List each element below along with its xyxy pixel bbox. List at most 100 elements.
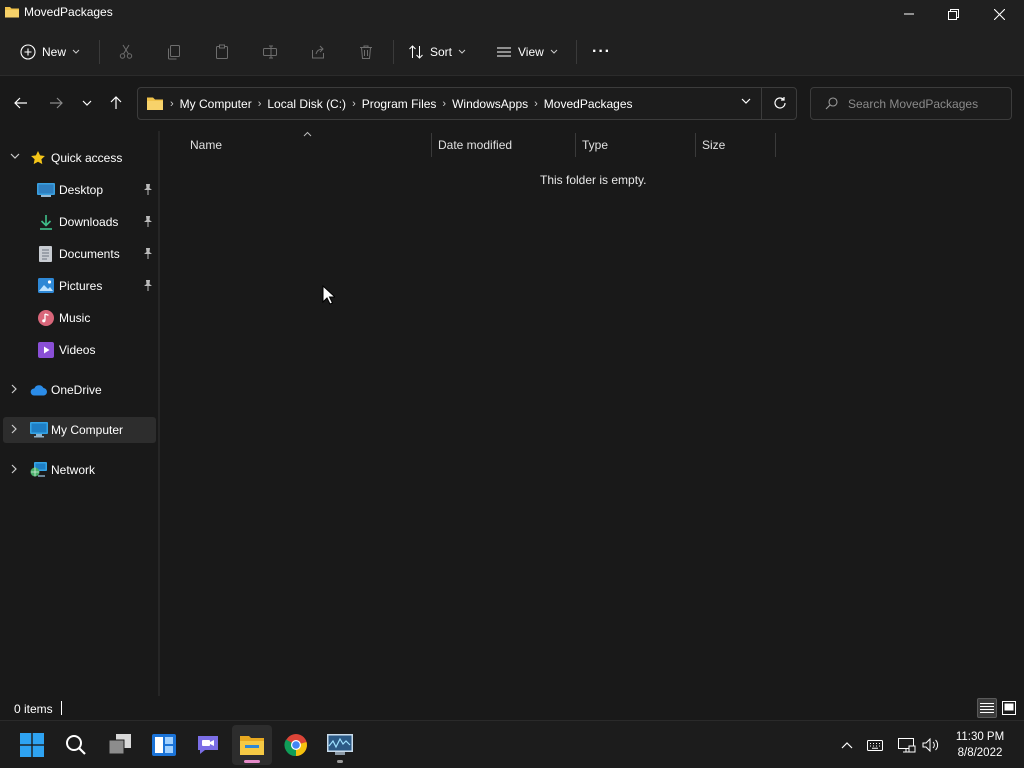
- network-tray-button[interactable]: [897, 735, 917, 755]
- pin-icon: [143, 184, 153, 195]
- star-icon: [30, 150, 46, 166]
- breadcrumb-local-disk[interactable]: Local Disk (C:): [267, 97, 346, 111]
- large-icons-view-button[interactable]: [999, 698, 1019, 718]
- column-divider[interactable]: [695, 133, 696, 157]
- search-input[interactable]: [848, 96, 1008, 111]
- sidebar-item-label: Videos: [59, 343, 96, 357]
- chrome-taskbar-button[interactable]: [276, 725, 316, 765]
- share-button[interactable]: [310, 37, 326, 67]
- back-button[interactable]: [9, 91, 33, 115]
- more-options-button[interactable]: ···: [592, 37, 611, 67]
- new-button[interactable]: New: [20, 37, 80, 67]
- widgets-button[interactable]: [144, 725, 184, 765]
- forward-button[interactable]: [44, 91, 68, 115]
- taskbar: 11:30 PM 8/8/2022: [0, 720, 1024, 768]
- navigation-pane: Quick access Desktop Downloads Documents…: [0, 131, 158, 696]
- breadcrumb-separator[interactable]: ›: [258, 98, 262, 110]
- sidebar-item-label: My Computer: [51, 423, 124, 437]
- breadcrumb-movedpackages[interactable]: MovedPackages: [544, 97, 633, 111]
- breadcrumb-my-computer[interactable]: My Computer: [180, 97, 252, 111]
- chevron-down-icon[interactable]: [10, 152, 20, 160]
- sidebar-item-label: Music: [59, 311, 91, 325]
- breadcrumb-separator[interactable]: ›: [534, 98, 538, 110]
- arrow-left-icon: [14, 97, 28, 109]
- sidebar-item-desktop[interactable]: Desktop: [3, 177, 156, 203]
- sidebar-item-label: Documents: [59, 247, 120, 261]
- search-box[interactable]: [810, 87, 1012, 120]
- keyboard-tray-button[interactable]: [865, 735, 885, 755]
- show-hidden-icons-button[interactable]: [837, 735, 857, 755]
- rename-button[interactable]: [262, 37, 278, 67]
- start-icon: [20, 733, 44, 757]
- column-divider[interactable]: [775, 133, 776, 157]
- cut-button[interactable]: [118, 37, 134, 67]
- address-history-button[interactable]: [741, 98, 751, 105]
- chevron-right-icon[interactable]: [10, 464, 18, 474]
- restore-button[interactable]: [930, 0, 976, 28]
- clock-date: 8/8/2022: [957, 747, 1003, 759]
- volume-tray-button[interactable]: [921, 735, 941, 755]
- sort-ascending-icon: [303, 131, 312, 137]
- chevron-right-icon[interactable]: [10, 384, 18, 394]
- column-header-date-modified[interactable]: Date modified: [438, 131, 512, 159]
- taskbar-search-button[interactable]: [56, 725, 96, 765]
- task-view-button[interactable]: [100, 725, 140, 765]
- command-bar: New Sort View ···: [0, 28, 1024, 76]
- start-button[interactable]: [12, 725, 52, 765]
- share-icon: [310, 44, 326, 60]
- column-divider[interactable]: [431, 133, 432, 157]
- sidebar-item-quick-access[interactable]: Quick access: [3, 145, 156, 171]
- view-button[interactable]: View: [496, 37, 558, 67]
- toolbar-separator: [99, 40, 100, 64]
- paste-button[interactable]: [214, 37, 230, 67]
- sidebar-item-label: Downloads: [59, 215, 119, 229]
- sidebar-item-documents[interactable]: Documents: [3, 241, 156, 267]
- sidebar-item-label: OneDrive: [51, 383, 102, 397]
- title-bar[interactable]: MovedPackages: [0, 0, 1024, 28]
- more-icon: ···: [592, 43, 611, 60]
- address-bar[interactable]: › My Computer › Local Disk (C:) › Progra…: [137, 87, 797, 120]
- recent-locations-button[interactable]: [75, 91, 99, 115]
- details-view-button[interactable]: [977, 698, 997, 718]
- copy-button[interactable]: [166, 37, 182, 67]
- up-button[interactable]: [104, 91, 128, 115]
- view-label: View: [518, 45, 544, 59]
- sidebar-item-pictures[interactable]: Pictures: [3, 273, 156, 299]
- close-button[interactable]: [976, 0, 1022, 28]
- refresh-button[interactable]: [773, 96, 787, 110]
- sidebar-item-music[interactable]: Music: [3, 305, 156, 331]
- column-header-size[interactable]: Size: [702, 131, 725, 159]
- column-label: Size: [702, 138, 726, 152]
- chevron-up-icon: [841, 741, 853, 749]
- trash-icon: [358, 44, 374, 60]
- resource-monitor-taskbar-button[interactable]: [320, 725, 360, 765]
- breadcrumb-separator[interactable]: ›: [442, 98, 446, 110]
- sidebar-item-my-computer[interactable]: My Computer: [3, 417, 156, 443]
- column-header-name[interactable]: Name: [190, 131, 222, 159]
- sidebar-item-videos[interactable]: Videos: [3, 337, 156, 363]
- breadcrumb-separator[interactable]: ›: [170, 98, 174, 110]
- breadcrumb-separator[interactable]: ›: [352, 98, 356, 110]
- file-explorer-taskbar-button[interactable]: [232, 725, 272, 765]
- sidebar-item-downloads[interactable]: Downloads: [3, 209, 156, 235]
- breadcrumb-program-files[interactable]: Program Files: [362, 97, 437, 111]
- minimize-button[interactable]: [886, 0, 932, 28]
- sidebar-item-onedrive[interactable]: OneDrive: [3, 377, 156, 403]
- toolbar-separator: [576, 40, 577, 64]
- clipboard-icon: [214, 44, 230, 60]
- file-list[interactable]: Name Date modified Type Size This folder…: [160, 131, 1024, 696]
- chevron-right-icon[interactable]: [10, 424, 18, 434]
- toolbar-separator: [393, 40, 394, 64]
- breadcrumb-windowsapps[interactable]: WindowsApps: [452, 97, 528, 111]
- network-status-icon: [898, 737, 916, 753]
- column-header-type[interactable]: Type: [582, 131, 608, 159]
- search-icon: [65, 734, 87, 756]
- clock[interactable]: 11:30 PM 8/8/2022: [942, 729, 1018, 761]
- column-divider[interactable]: [575, 133, 576, 157]
- status-bar: 0 items: [0, 696, 1024, 720]
- chat-button[interactable]: [188, 725, 228, 765]
- delete-button[interactable]: [358, 37, 374, 67]
- widgets-icon: [152, 734, 176, 756]
- sidebar-item-network[interactable]: Network: [3, 457, 156, 483]
- sort-button[interactable]: Sort: [408, 37, 466, 67]
